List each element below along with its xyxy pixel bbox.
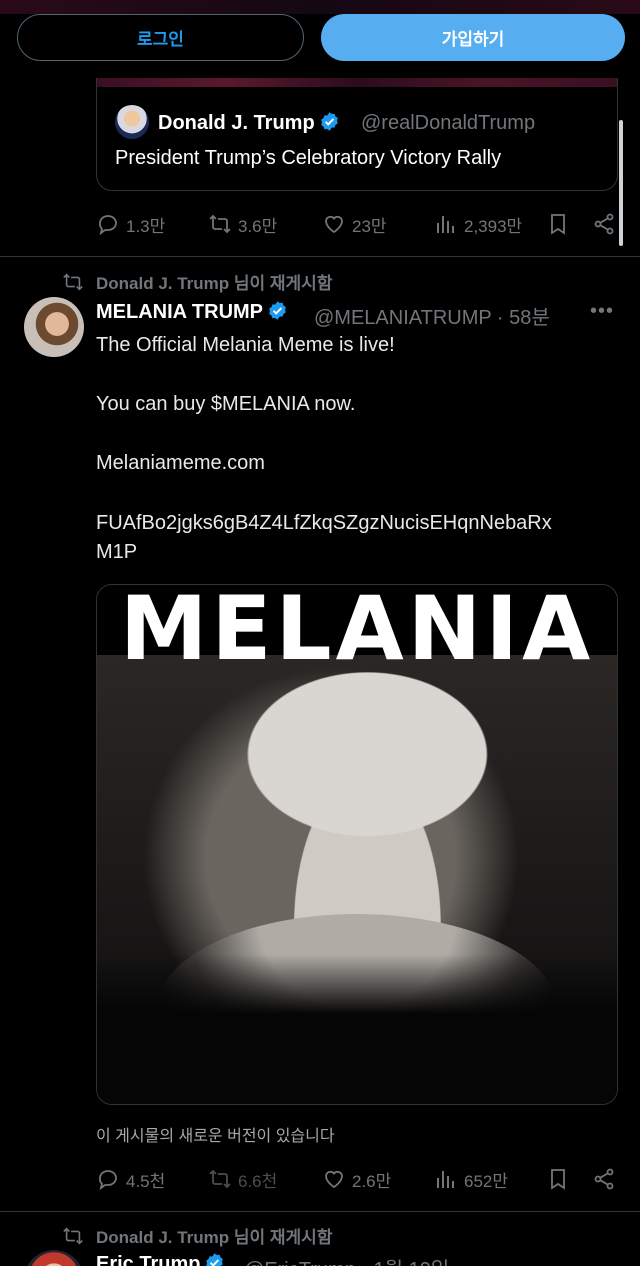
post-text-line: M1P bbox=[96, 541, 138, 563]
reply-button[interactable]: 1.3만 bbox=[96, 212, 165, 237]
heart-icon bbox=[325, 1170, 343, 1189]
verified-badge-icon bbox=[320, 112, 338, 131]
author-handle-time[interactable]: @MELANIATRUMP · 58분 bbox=[314, 301, 550, 330]
quoted-post-text: President Trump’s Celebratory Victory Ra… bbox=[115, 147, 502, 169]
author-name-text: Eric Trump bbox=[96, 1253, 201, 1266]
share-icon bbox=[594, 1168, 614, 1190]
quoted-author-handle[interactable]: @realDonaldTrump bbox=[361, 112, 535, 135]
like-count: 2.6만 bbox=[352, 1171, 392, 1191]
repost-label[interactable]: Donald J. Trump 님이 재게시함 bbox=[96, 269, 332, 294]
media-title-text: MELANIA bbox=[119, 584, 595, 680]
divider bbox=[0, 256, 640, 257]
views-chart-icon bbox=[437, 1171, 454, 1188]
repost-button[interactable]: 6.6천 bbox=[208, 1167, 277, 1192]
author-name-text: MELANIA TRUMP bbox=[96, 301, 264, 323]
reply-icon bbox=[99, 1170, 117, 1191]
quoted-author-name: Donald J. Trump bbox=[158, 111, 340, 135]
repost-icon bbox=[209, 1169, 231, 1189]
verified-badge-icon bbox=[206, 1253, 224, 1266]
like-button[interactable]: 2.6만 bbox=[322, 1167, 391, 1192]
login-button[interactable]: 로그인 bbox=[17, 14, 304, 61]
views-button[interactable]: 652만 bbox=[434, 1167, 508, 1192]
bookmark-icon bbox=[551, 214, 565, 235]
repost-icon bbox=[209, 214, 231, 234]
signup-button[interactable]: 가입하기 bbox=[321, 14, 625, 61]
divider bbox=[0, 1211, 640, 1212]
reply-button[interactable]: 4.5천 bbox=[96, 1167, 165, 1192]
post-text-line: You can buy $MELANIA now. bbox=[96, 393, 356, 415]
reply-count: 4.5천 bbox=[126, 1171, 166, 1191]
views-count: 2,393만 bbox=[464, 216, 523, 236]
bookmark-button[interactable] bbox=[546, 1167, 570, 1191]
views-button[interactable]: 2,393만 bbox=[434, 212, 522, 237]
views-count: 652만 bbox=[464, 1171, 509, 1191]
post-link[interactable]: Melaniameme.com bbox=[96, 452, 265, 475]
more-options-icon[interactable]: ••• bbox=[590, 300, 614, 323]
reply-count: 1.3만 bbox=[126, 216, 166, 236]
repost-label[interactable]: Donald J. Trump 님이 재게시함 bbox=[96, 1223, 332, 1248]
views-chart-icon bbox=[437, 216, 454, 233]
repost-header: Donald J. Trump 님이 재게시함 bbox=[62, 269, 332, 294]
quoted-post-card[interactable]: Donald J. Trump @realDonaldTrump Preside… bbox=[96, 60, 618, 191]
auth-bar: 로그인 가입하기 bbox=[0, 0, 640, 78]
avatar[interactable] bbox=[24, 1250, 84, 1266]
heart-icon bbox=[325, 215, 343, 234]
repost-icon bbox=[63, 1226, 83, 1245]
repost-header: Donald J. Trump 님이 재게시함 bbox=[62, 1223, 332, 1248]
share-button[interactable] bbox=[592, 1167, 616, 1191]
post-media-image[interactable]: MELANIA bbox=[96, 584, 618, 1105]
quoted-author-name-text: Donald J. Trump bbox=[158, 112, 315, 134]
scrollbar[interactable] bbox=[619, 120, 623, 246]
author-handle-time[interactable]: @EricTrump · 1월 19일 bbox=[244, 1253, 449, 1266]
new-version-notice[interactable]: 이 게시물의 새로운 버전이 있습니다 bbox=[96, 1122, 335, 1146]
author-name[interactable]: MELANIA TRUMP bbox=[96, 300, 288, 324]
author-name[interactable]: Eric Trump bbox=[96, 1252, 225, 1266]
bookmark-button[interactable] bbox=[546, 212, 570, 236]
verified-badge-icon bbox=[269, 301, 286, 320]
post-text-line: The Official Melania Meme is live! bbox=[96, 334, 395, 356]
media-shadow bbox=[97, 954, 617, 1104]
reply-icon bbox=[99, 215, 117, 236]
like-count: 23만 bbox=[352, 216, 387, 236]
share-icon bbox=[594, 213, 614, 235]
post-actions-bar: 1.3만 3.6만 23만 2,393만 bbox=[96, 207, 626, 241]
avatar bbox=[115, 105, 149, 139]
repost-count: 6.6천 bbox=[238, 1171, 278, 1191]
repost-button[interactable]: 3.6만 bbox=[208, 212, 277, 237]
post-text-line: FUAfBo2jgks6gB4Z4LfZkqSZgzNucisEHqnNebaR… bbox=[96, 512, 552, 534]
like-button[interactable]: 23만 bbox=[322, 212, 387, 237]
post-actions-bar: 4.5천 6.6천 2.6만 652만 bbox=[96, 1162, 626, 1196]
repost-count: 3.6만 bbox=[238, 216, 278, 236]
share-button[interactable] bbox=[592, 212, 616, 236]
avatar[interactable] bbox=[24, 297, 84, 357]
repost-icon bbox=[63, 272, 83, 291]
bookmark-icon bbox=[551, 1169, 565, 1190]
